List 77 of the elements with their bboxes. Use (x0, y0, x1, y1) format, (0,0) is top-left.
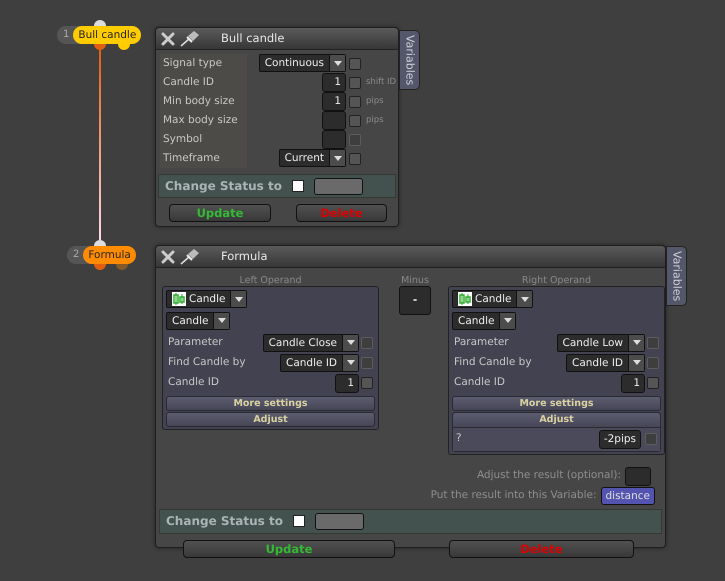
input-field[interactable]: 1 (621, 374, 645, 393)
checkbox[interactable] (349, 96, 361, 108)
more-settings-button[interactable]: More settings (452, 396, 661, 411)
operator-field[interactable]: - (399, 286, 431, 315)
checkbox[interactable] (349, 152, 361, 164)
adjust-button[interactable]: Adjust (453, 412, 660, 428)
status-field[interactable] (314, 178, 363, 194)
field-label: Find Candle by (454, 354, 532, 370)
checkbox[interactable] (292, 180, 304, 192)
input-field[interactable] (625, 466, 651, 486)
close-icon[interactable] (161, 250, 175, 264)
field-label: Parameter (168, 334, 224, 350)
update-button[interactable]: Update (183, 540, 395, 558)
caret-icon (334, 156, 342, 160)
close-icon[interactable] (161, 32, 175, 46)
source-dropdown[interactable]: Candle (452, 290, 534, 308)
field-label: Signal type (160, 54, 247, 73)
checkbox[interactable] (292, 515, 305, 528)
unit-label: shift ID (366, 76, 398, 89)
field-label: Symbol (160, 130, 247, 149)
candle-icon (172, 292, 186, 306)
status-field[interactable] (314, 512, 364, 530)
unit-label: pips (366, 114, 385, 127)
pin-icon[interactable] (179, 30, 201, 46)
caret-icon (218, 318, 226, 324)
input-field[interactable] (322, 130, 346, 149)
operand-caption: Right Operand (520, 275, 592, 286)
update-button[interactable]: Update (169, 204, 271, 222)
checkbox[interactable] (349, 76, 361, 88)
panel-title: Formula (221, 248, 268, 265)
caret-icon (346, 360, 354, 366)
source-dropdown[interactable]: Candle (166, 290, 248, 308)
status-label: Change Status to (165, 178, 282, 195)
type-dropdown[interactable]: Candle (452, 312, 516, 330)
node-label[interactable]: Formula (83, 246, 136, 264)
field-label: Timeframe (160, 149, 247, 168)
variable-label: Put the result into this Variable: (430, 488, 596, 503)
checkbox[interactable] (361, 377, 373, 390)
operator-caption: Minus (400, 275, 430, 286)
operand-caption: Left Operand (238, 275, 303, 286)
field-label: Find Candle by (168, 354, 246, 370)
adjust-button[interactable]: Adjust (166, 412, 375, 427)
variable-badge[interactable]: distance (600, 486, 655, 505)
type-dropdown[interactable]: Candle (166, 312, 230, 330)
caret-icon (632, 360, 640, 366)
panel-title: Bull candle (221, 30, 284, 47)
candle-icon (458, 292, 472, 306)
caret-icon (234, 296, 243, 302)
checkbox[interactable] (349, 114, 361, 126)
unit-label: pips (366, 95, 385, 108)
input-field[interactable]: 1 (335, 374, 359, 393)
caret-icon (346, 340, 354, 346)
node-label[interactable]: Bull candle (73, 26, 142, 44)
field-label: Candle ID (168, 375, 220, 390)
caret-icon (520, 296, 529, 302)
adjust-result-label: Adjust the result (optional): (476, 468, 621, 484)
variables-tab[interactable]: Variables (399, 30, 420, 90)
field-label: Candle ID (454, 375, 506, 390)
field-label: Min body size (160, 92, 247, 111)
checkbox[interactable] (647, 377, 659, 390)
checkbox[interactable] (349, 58, 361, 70)
dropdown[interactable]: Continuous (258, 54, 346, 72)
caret-icon (334, 60, 342, 66)
status-label: Change Status to (166, 513, 283, 530)
input-field[interactable]: 1 (322, 73, 346, 92)
dropdown[interactable]: Current (278, 149, 346, 167)
more-settings-button[interactable]: More settings (166, 396, 375, 411)
pin-icon[interactable] (179, 248, 201, 264)
caret-icon (504, 318, 512, 324)
field-label: Parameter (454, 334, 510, 350)
input-field[interactable] (322, 111, 346, 130)
input-field[interactable]: 1 (322, 92, 346, 111)
variables-tab[interactable]: Variables (666, 246, 686, 306)
field-label: Candle ID (160, 73, 247, 92)
field-label: ? (456, 431, 463, 446)
field-label: Max body size (160, 111, 247, 130)
caret-icon (632, 340, 640, 346)
